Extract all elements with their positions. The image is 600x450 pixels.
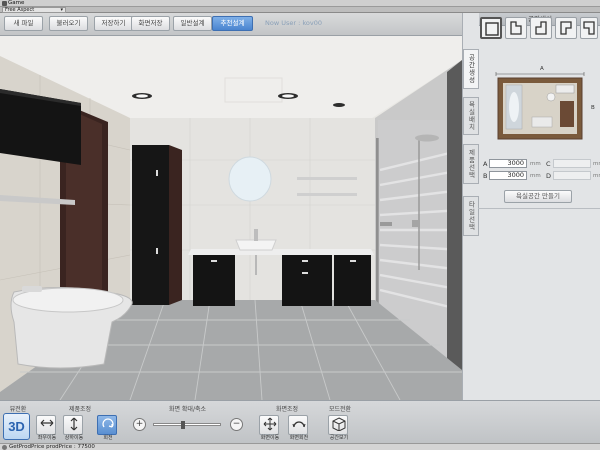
screen-rotate-button[interactable]: 화면회전	[288, 415, 308, 441]
save-button[interactable]: 저장하기	[94, 16, 133, 31]
unity-icon	[2, 1, 7, 6]
right-wall-edge	[447, 60, 462, 400]
group-label-screen: 화면조정	[275, 406, 299, 413]
user-label: Now User : kov00	[265, 19, 322, 27]
status-text: GetProdPrice prodPrice : 77500	[9, 444, 95, 450]
3d-viewport[interactable]	[0, 36, 462, 400]
vanity-drawer	[282, 255, 332, 306]
tab-bath-layout[interactable]: 욕실배치	[463, 97, 479, 135]
new-file-button[interactable]: 새 파일	[4, 16, 43, 31]
field-a-label: A	[483, 160, 488, 168]
field-a-input[interactable]: 3000	[489, 159, 527, 168]
move-icon	[263, 417, 277, 431]
rotate-button[interactable]: 회전	[97, 415, 117, 441]
move-lr-label: 좌우이동	[37, 435, 57, 441]
recommend-design-button[interactable]: 추천설계	[212, 16, 253, 31]
bottom-toolbar: 뷰전환 3D 제품조정 좌우이동 상하이동 회전 화면 확대/축소 + − 화면…	[0, 400, 600, 443]
downlight-icon	[333, 103, 345, 107]
screen-move-label: 화면이동	[260, 435, 280, 441]
field-c-label: C	[546, 160, 551, 168]
field-a-unit: mm	[530, 161, 541, 167]
status-bar: GetProdPrice prodPrice : 77500	[0, 443, 600, 450]
cabinet-icon	[560, 101, 574, 127]
group-label-mode: 모드전환	[328, 406, 352, 413]
shape-l4-button[interactable]	[580, 17, 598, 39]
vanity-drawer	[334, 255, 371, 306]
tall-cabinet	[132, 145, 169, 305]
screen-save-button[interactable]: 화면저장	[131, 16, 170, 31]
normal-design-button[interactable]: 일반설계	[173, 16, 212, 31]
field-b-label: B	[483, 172, 488, 180]
move-ud-button[interactable]: 상하이동	[63, 415, 83, 441]
rotate-icon	[102, 418, 114, 428]
move-lr-button[interactable]: 좌우이동	[36, 415, 56, 441]
screen-rotate-label: 화면회전	[289, 435, 309, 441]
round-mirror	[228, 156, 272, 202]
field-c-unit: mm	[593, 161, 600, 167]
arrows-vertical-icon	[70, 417, 78, 431]
shape-l2-button[interactable]	[530, 17, 552, 39]
field-c-input[interactable]	[553, 159, 591, 168]
make-bathroom-button[interactable]: 욕실공간 만들기	[504, 190, 572, 203]
field-b-unit: mm	[530, 173, 541, 179]
field-d-input[interactable]	[553, 171, 591, 180]
vanity-counter	[188, 249, 374, 255]
zoom-slider[interactable]	[153, 421, 221, 429]
zoom-slider-thumb[interactable]	[181, 421, 185, 429]
shape-rect-button[interactable]	[480, 17, 502, 39]
arrows-horizontal-icon	[40, 419, 54, 427]
shower-valve	[380, 222, 392, 226]
space-view-button[interactable]: 공간보기	[328, 415, 348, 441]
group-label-product: 제품조정	[68, 406, 92, 413]
rotate-label: 회전	[103, 435, 113, 441]
screen-move-button[interactable]: 화면이동	[259, 415, 279, 441]
load-button[interactable]: 불러오기	[49, 16, 88, 31]
field-b-input[interactable]: 3000	[489, 171, 527, 180]
shape-l3-button[interactable]	[555, 17, 577, 39]
tab-tile-select[interactable]: 타일선택	[463, 196, 479, 236]
dropdown-arrow-icon: ▾	[60, 7, 63, 13]
wall-shelf	[297, 193, 357, 196]
wall-shelf	[297, 177, 357, 180]
field-d-unit: mm	[593, 173, 600, 179]
panel-divider	[478, 208, 600, 209]
shape-l1-button[interactable]	[505, 17, 527, 39]
toilet-icon	[546, 92, 556, 102]
window-titlebar: Game	[0, 0, 600, 7]
faucet-icon	[254, 229, 258, 241]
dim-label-b: B	[591, 105, 595, 111]
info-icon	[2, 445, 7, 450]
group-label-view: 뷰전환	[9, 406, 27, 413]
top-toolbar: 새 파일 불러오기 저장하기 화면저장 일반설계 추천설계 Now User :…	[0, 13, 462, 36]
window-title: Game	[8, 0, 25, 6]
cube-icon	[332, 417, 346, 431]
field-d-label: D	[546, 172, 552, 180]
orbit-icon	[292, 421, 306, 428]
vanity-drawer	[193, 255, 235, 306]
move-ud-label: 상하이동	[64, 435, 84, 441]
tab-product-select[interactable]: 제품선택	[463, 144, 479, 184]
bathroom-scene	[0, 36, 462, 400]
shower-head-icon	[415, 134, 439, 142]
group-label-zoom: 화면 확대/축소	[168, 406, 207, 413]
floorplan-preview	[495, 72, 585, 140]
sink-bowl	[235, 239, 277, 251]
tab-space-create[interactable]: 공간생성	[463, 49, 479, 89]
space-view-label: 공간보기	[329, 435, 349, 441]
zoom-out-button[interactable]: −	[230, 418, 243, 431]
view-3d-button[interactable]: 3D	[3, 413, 30, 440]
zoom-in-button[interactable]: +	[133, 418, 146, 431]
